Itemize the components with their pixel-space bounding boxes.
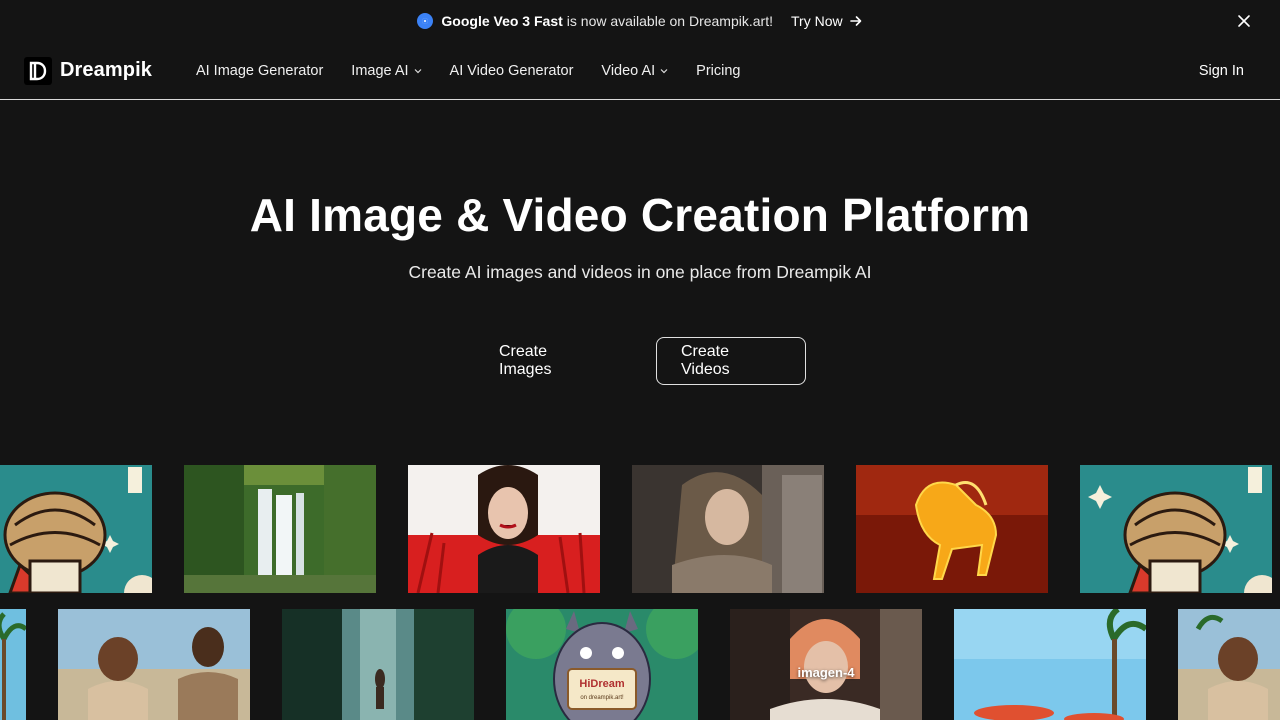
chevron-down-icon (414, 68, 421, 73)
try-now-label: Try Now (791, 13, 843, 29)
brand-name: Dreampik (60, 59, 152, 81)
nav-item-label: AI Video Generator (449, 62, 574, 79)
sign-in-link[interactable]: Sign In (1199, 63, 1244, 79)
hidream-badge-text: HiDream (579, 678, 624, 690)
gallery-image-couple-street[interactable] (1178, 609, 1280, 720)
gallery-image-waterfall[interactable] (184, 465, 376, 593)
logo-mark-icon (24, 56, 52, 85)
gallery-image-palm-beach[interactable] (954, 609, 1146, 720)
chevron-down-icon (660, 68, 668, 73)
gallery-image-woman-red-grass[interactable] (408, 465, 600, 593)
gallery-image-couple-street[interactable] (58, 609, 250, 720)
nav-item-label: Video AI (601, 62, 656, 79)
nav-item-image-ai[interactable]: Image AI (351, 63, 421, 79)
arrow-right-icon (849, 16, 861, 26)
circle-dot-icon (417, 13, 434, 29)
try-now-link[interactable]: Try Now (791, 13, 863, 29)
brand-logo[interactable]: Dreampik (24, 56, 152, 85)
gallery-image-woman-cafe[interactable] (632, 465, 824, 593)
create-images-button[interactable]: Create Images (474, 337, 624, 385)
hero-subtitle: Create AI images and videos in one place… (408, 262, 872, 282)
nav-item-label: Pricing (696, 62, 741, 79)
gallery-image-armadillo-rocket[interactable] (1080, 465, 1272, 593)
gallery-image-fire-horse[interactable] (856, 465, 1048, 593)
nav-item-label: Image AI (351, 62, 409, 79)
gallery-row: HiDream on dreampik.art! imagen-4 (0, 609, 1280, 720)
create-videos-button[interactable]: Create Videos (656, 337, 806, 385)
announcement-highlight: Google Veo 3 Fast (441, 13, 563, 29)
top-navbar: Dreampik AI Image Generator Image AI AI … (0, 42, 1280, 100)
nav-item-video-ai[interactable]: Video AI (601, 63, 668, 79)
hidream-badge-subtext: on dreampik.art! (580, 695, 624, 701)
nav-item-pricing[interactable]: Pricing (696, 63, 740, 79)
nav-item-ai-image-generator[interactable]: AI Image Generator (196, 63, 323, 79)
nav-item-label: AI Image Generator (195, 62, 324, 79)
close-icon[interactable] (1236, 13, 1252, 29)
gallery-image-hidream-totoro[interactable]: HiDream on dreampik.art! (506, 609, 698, 720)
hero-cta-group: Create Images Create Videos (0, 337, 1280, 385)
gallery-image-armadillo-rocket[interactable] (0, 465, 152, 593)
gallery-image-palm-beach[interactable] (0, 609, 26, 720)
gallery-row (0, 465, 1280, 593)
hero-title: AI Image & Video Creation Platform (249, 189, 1031, 241)
announcement-text: is now available on Dreampik.art! (566, 13, 773, 29)
model-label: imagen-4 (797, 665, 855, 680)
main-menu: AI Image Generator Image AI AI Video Gen… (196, 63, 741, 79)
announcement-bar: Google Veo 3 Fast is now available on Dr… (0, 0, 1280, 42)
gallery-image-jungle-river[interactable] (282, 609, 474, 720)
nav-item-ai-video-generator[interactable]: AI Video Generator (450, 63, 574, 79)
gallery-image-imagen-4[interactable]: imagen-4 (730, 609, 922, 720)
